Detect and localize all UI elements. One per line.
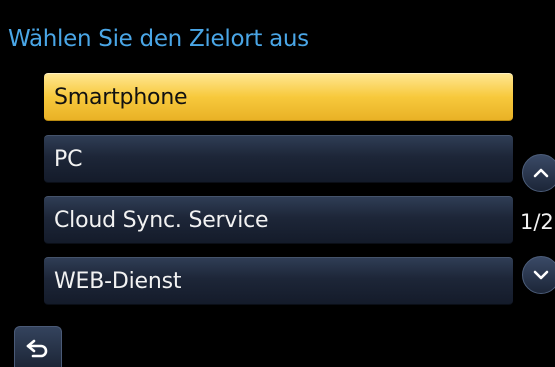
menu-item-smartphone[interactable]: Smartphone bbox=[44, 73, 513, 121]
screen-title: Wählen Sie den Zielort aus bbox=[8, 26, 309, 52]
chevron-down-icon bbox=[533, 270, 549, 280]
return-arrow-icon bbox=[26, 339, 48, 357]
scroll-down-button[interactable] bbox=[522, 256, 555, 294]
destination-select-screen: Wählen Sie den Zielort aus Smartphone PC… bbox=[0, 0, 555, 367]
chevron-up-icon bbox=[533, 168, 549, 178]
menu-item-pc[interactable]: PC bbox=[44, 135, 513, 183]
menu-item-label: Cloud Sync. Service bbox=[54, 207, 269, 233]
scroll-up-button[interactable] bbox=[522, 154, 555, 192]
menu-item-web-dienst[interactable]: WEB-Dienst bbox=[44, 257, 513, 305]
page-indicator: 1/2 bbox=[520, 210, 554, 234]
menu-item-label: WEB-Dienst bbox=[54, 268, 182, 294]
menu-item-label: Smartphone bbox=[54, 84, 188, 110]
menu-item-label: PC bbox=[54, 146, 83, 172]
back-button[interactable] bbox=[14, 326, 62, 367]
menu-item-cloud-sync-service[interactable]: Cloud Sync. Service bbox=[44, 196, 513, 244]
